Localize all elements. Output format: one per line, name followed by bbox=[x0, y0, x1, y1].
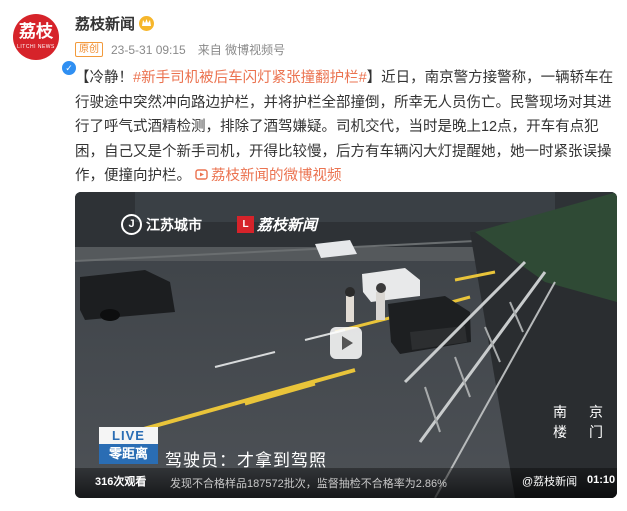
watermark-litchi: L 荔枝新闻 bbox=[237, 214, 317, 235]
video-player[interactable]: J 江苏城市 L 荔枝新闻 南京楼门 LIVE 零距离 驾驶员：才拿到驾照 发现… bbox=[75, 192, 617, 498]
jiangsu-city-logo-icon: J bbox=[121, 214, 142, 235]
ticker-text: 发现不合格样品187572批次，监督抽检不合格率为2.86% bbox=[170, 478, 447, 490]
avatar[interactable]: 荔枝 LITCHI NEWS ✓ bbox=[13, 14, 78, 77]
play-icon[interactable] bbox=[330, 327, 362, 359]
account-name[interactable]: 荔枝新闻 bbox=[75, 13, 135, 34]
live-badge: LIVE bbox=[99, 427, 158, 444]
station-label: 零距离 bbox=[99, 444, 158, 464]
avatar-logo-text: 荔枝 bbox=[19, 22, 53, 42]
bottom-watermark: @荔枝新闻 bbox=[522, 476, 578, 488]
post-lead: 【冷静！ bbox=[75, 70, 133, 86]
city-label: 南京楼门 bbox=[553, 404, 603, 440]
watermark-left-text: 江苏城市 bbox=[146, 216, 202, 233]
watermark-jiangsu-city: J 江苏城市 bbox=[121, 214, 202, 235]
post-content: 【冷静！#新手司机被后车闪灯紧张撞翻护栏#】近日，南京警方接警称，一辆轿车在行驶… bbox=[75, 66, 620, 189]
view-count: 316次观看 bbox=[95, 476, 147, 488]
video-link[interactable]: 荔枝新闻的微博视频 bbox=[195, 168, 342, 184]
video-link-label: 荔枝新闻的微博视频 bbox=[211, 168, 342, 184]
post-meta: 原创 23-5-31 09:15 来自 微博视频号 bbox=[75, 41, 285, 58]
post-source[interactable]: 来自 微博视频号 bbox=[198, 41, 285, 58]
post-body: 】近日，南京警方接警称，一辆轿车在行驶途中突然冲向路边护栏，并将护栏全部撞倒，所… bbox=[75, 70, 614, 184]
post-header: 荔枝 LITCHI NEWS ✓ 荔枝新闻 原创 23-5-31 09:15 来… bbox=[0, 0, 627, 77]
original-badge: 原创 bbox=[75, 42, 103, 57]
video-duration: 01:10 bbox=[587, 474, 616, 486]
post-date[interactable]: 23-5-31 09:15 bbox=[111, 43, 186, 57]
watermark-right-text: 荔枝新闻 bbox=[257, 217, 318, 234]
avatar-logo-subtext: LITCHI NEWS bbox=[17, 44, 55, 50]
hashtag-link[interactable]: #新手司机被后车闪灯紧张撞翻护栏# bbox=[133, 70, 367, 86]
crown-icon bbox=[139, 16, 154, 31]
video-link-icon bbox=[195, 169, 208, 180]
litchi-logo-icon: L bbox=[237, 216, 254, 233]
